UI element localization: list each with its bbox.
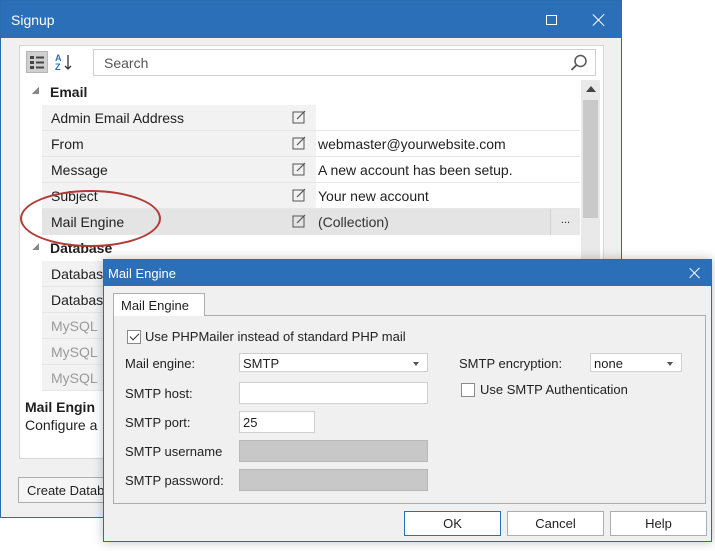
close-button[interactable] xyxy=(577,1,621,38)
smtp-port-label: SMTP port: xyxy=(125,415,191,430)
description-title: Mail Engin xyxy=(25,399,95,415)
search-input[interactable] xyxy=(102,53,542,72)
mail-engine-value: SMTP xyxy=(243,356,280,371)
dialog-titlebar: Mail Engine xyxy=(104,260,711,286)
edit-icon[interactable] xyxy=(292,136,306,150)
smtp-host-label: SMTP host: xyxy=(125,386,193,401)
help-button[interactable]: Help xyxy=(610,511,707,536)
tab-panel: Use PHPMailer instead of standard PHP ma… xyxy=(113,315,706,504)
smtp-host-input[interactable] xyxy=(239,382,428,404)
prop-value[interactable]: (Collection) xyxy=(318,214,389,230)
smtp-encryption-value: none xyxy=(594,356,623,371)
svg-text:Z: Z xyxy=(55,62,61,72)
prop-name: Admin Email Address xyxy=(51,110,185,126)
maximize-button[interactable] xyxy=(529,1,573,38)
edit-icon[interactable] xyxy=(292,188,306,202)
category-label: Email xyxy=(50,84,88,100)
prop-value[interactable]: A new account has been setup. xyxy=(318,162,513,178)
chevron-down-icon xyxy=(667,362,673,366)
mail-engine-select[interactable]: SMTP xyxy=(239,353,428,372)
use-smtp-auth-checkbox[interactable] xyxy=(461,383,475,397)
prop-row-message[interactable]: Message A new account has been setup. xyxy=(20,157,580,183)
close-icon xyxy=(592,13,606,27)
expand-triangle-icon[interactable] xyxy=(32,243,39,250)
prop-value[interactable]: Your new account xyxy=(318,188,429,204)
checkmark-icon xyxy=(129,330,140,341)
edit-icon[interactable] xyxy=(292,214,306,228)
smtp-password-label: SMTP password: xyxy=(125,473,224,488)
prop-name: MySQL xyxy=(51,344,98,360)
edit-icon[interactable] xyxy=(292,162,306,176)
alphabetical-sort-icon[interactable]: A Z xyxy=(53,51,75,73)
expand-triangle-icon[interactable] xyxy=(32,87,39,94)
dialog-title: Mail Engine xyxy=(108,266,176,281)
smtp-password-input[interactable] xyxy=(239,469,428,491)
use-phpmailer-checkbox[interactable] xyxy=(127,330,141,344)
chevron-up-icon xyxy=(585,86,596,92)
use-phpmailer-label: Use PHPMailer instead of standard PHP ma… xyxy=(145,329,406,344)
prop-value[interactable]: webmaster@yourwebsite.com xyxy=(318,136,506,152)
prop-name: From xyxy=(51,136,84,152)
use-smtp-auth-label: Use SMTP Authentication xyxy=(480,382,628,397)
search-icon[interactable] xyxy=(569,53,589,73)
search-box[interactable] xyxy=(93,49,596,76)
scroll-up-button[interactable] xyxy=(581,80,600,98)
prop-name: Databas xyxy=(51,292,104,308)
smtp-username-label: SMTP username xyxy=(125,444,223,459)
smtp-port-value: 25 xyxy=(243,415,258,430)
prop-name: Message xyxy=(51,162,108,178)
ellipsis-button[interactable]: ... xyxy=(550,209,580,235)
close-icon xyxy=(689,267,701,279)
category-email[interactable]: Email xyxy=(20,79,580,105)
dialog-close-button[interactable] xyxy=(685,263,705,283)
tab-mail-engine[interactable]: Mail Engine xyxy=(113,293,205,316)
prop-name: MySQL xyxy=(51,370,98,386)
signup-titlebar: Signup xyxy=(1,1,621,38)
scroll-thumb[interactable] xyxy=(583,100,598,218)
smtp-port-input[interactable]: 25 xyxy=(239,411,315,433)
prop-name: MySQL xyxy=(51,318,98,334)
prop-row-admin-email[interactable]: Admin Email Address xyxy=(20,105,580,131)
ok-button[interactable]: OK xyxy=(404,511,501,536)
prop-row-from[interactable]: From webmaster@yourwebsite.com xyxy=(20,131,580,157)
cancel-button[interactable]: Cancel xyxy=(507,511,604,536)
mail-engine-label: Mail engine: xyxy=(125,356,196,371)
prop-name: Databas xyxy=(51,266,104,282)
mail-engine-dialog: Mail Engine Mail Engine Use PHPMailer in… xyxy=(103,259,712,542)
categorized-view-icon[interactable] xyxy=(26,51,48,73)
highlight-ellipse xyxy=(20,190,161,247)
signup-title: Signup xyxy=(11,12,55,28)
smtp-encryption-select[interactable]: none xyxy=(590,353,682,372)
description-text: Configure a xyxy=(25,417,98,433)
smtp-encryption-label: SMTP encryption: xyxy=(459,356,563,371)
smtp-username-input[interactable] xyxy=(239,440,428,462)
edit-icon[interactable] xyxy=(292,110,306,124)
chevron-down-icon xyxy=(413,362,419,366)
maximize-icon xyxy=(545,14,557,25)
